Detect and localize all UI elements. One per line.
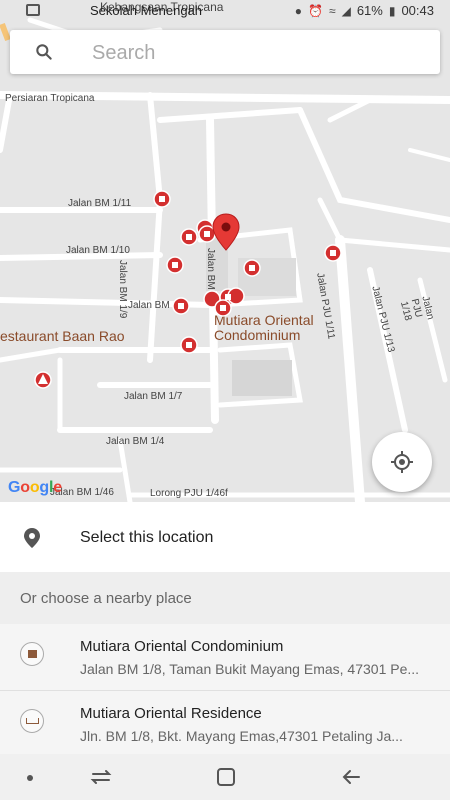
- battery-percent: 61%: [356, 3, 383, 18]
- battery-icon: ▮: [388, 3, 396, 18]
- crosshair-icon: [391, 451, 413, 473]
- building-icon: [20, 642, 44, 666]
- road-label: Jalan BM 1/1: [128, 300, 187, 311]
- place-address: Jln. BM 1/8, Bkt. Mayang Emas,47301 Peta…: [80, 728, 403, 744]
- google-logo: Google: [8, 479, 62, 496]
- nearby-header: Or choose a nearby place: [0, 572, 450, 624]
- place-address: Jalan BM 1/8, Taman Bukit Mayang Emas, 4…: [80, 661, 420, 677]
- alarm-icon: ⏰: [308, 3, 323, 18]
- poi-label-condominium: Mutiara Oriental Condominium: [214, 313, 314, 343]
- poi-label-restaurant: estaurant Baan Rao: [0, 328, 125, 344]
- road-label: Lorong PJU 1/46f: [150, 488, 228, 499]
- home-icon[interactable]: [215, 766, 237, 788]
- road-label: Jalan BM 1/8: [205, 248, 216, 307]
- select-location-label: Select this location: [80, 529, 214, 546]
- poi-label-line1: Mutiara Oriental: [214, 312, 314, 328]
- wifi-icon: ≈: [328, 3, 336, 18]
- system-nav-bar: [0, 754, 450, 800]
- road-label: Persiaran Tropicana: [5, 93, 95, 104]
- bed-icon: [20, 709, 44, 733]
- clock-time: 00:43: [401, 3, 434, 18]
- nearby-place-item[interactable]: Mutiara Oriental Residence Jln. BM 1/8, …: [0, 691, 450, 754]
- road-label: Jalan BM 1/7: [124, 391, 183, 402]
- road-label: Jalan BM 1/9: [117, 260, 128, 319]
- location-pin-icon: [24, 528, 40, 548]
- place-title: Mutiara Oriental Condominium: [80, 638, 284, 655]
- road-label: Jalan BM 1/4: [106, 436, 165, 447]
- recent-apps-icon[interactable]: [90, 766, 112, 788]
- road-label: Jalan BM 1/10: [66, 245, 130, 256]
- image-notification-icon: [26, 4, 40, 16]
- status-notification-text: Sekolah Menengah: [90, 3, 203, 18]
- search-bar[interactable]: [10, 30, 440, 76]
- search-icon[interactable]: [34, 42, 54, 62]
- nearby-place-item[interactable]: Mutiara Oriental Condominium Jalan BM 1/…: [0, 624, 450, 690]
- location-icon: ●: [294, 3, 303, 18]
- nearby-header-text: Or choose a nearby place: [20, 590, 192, 607]
- my-location-button[interactable]: [372, 432, 432, 492]
- select-location-row[interactable]: Select this location: [0, 502, 450, 572]
- dot-icon[interactable]: [26, 774, 34, 782]
- signal-icon: ◢: [341, 3, 351, 18]
- poi-label-line2: Condominium: [214, 327, 301, 343]
- status-bar: Sekolah Menengah ● ⏰ ≈ ◢ 61% ▮ 00:43: [0, 0, 450, 24]
- road-label: Jalan BM 1/11: [68, 198, 132, 209]
- back-icon[interactable]: [340, 766, 362, 788]
- search-input[interactable]: [90, 30, 424, 76]
- place-title: Mutiara Oriental Residence: [80, 705, 262, 722]
- selected-location-pin-icon[interactable]: [212, 213, 240, 251]
